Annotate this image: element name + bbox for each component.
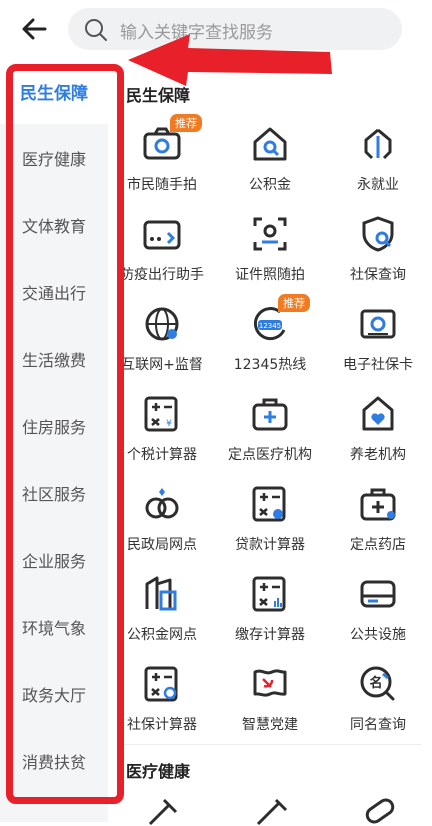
service-label: 定点医疗机构	[228, 447, 312, 463]
service-item[interactable]: 贷款计算器	[216, 484, 324, 568]
id-photo-icon	[253, 217, 287, 251]
social-card-icon	[360, 309, 396, 339]
service-item[interactable]: 电子社保卡	[324, 304, 432, 388]
service-item[interactable]: 社保查询	[324, 214, 432, 298]
party-flag-icon	[253, 669, 287, 697]
service-item[interactable]: 推荐 市民随手拍	[108, 114, 216, 208]
elder-home-icon	[362, 396, 394, 431]
pharmacy-icon	[360, 488, 396, 521]
svg-text:名: 名	[369, 675, 382, 691]
service-label: 公共设施	[350, 627, 406, 643]
shield-search-icon	[362, 216, 394, 252]
recommend-badge: 推荐	[278, 294, 310, 312]
service-item[interactable]: 互联网+监督	[108, 304, 216, 388]
service-label: 公积金网点	[127, 627, 197, 643]
rings-icon	[145, 488, 179, 519]
service-item[interactable]: 防疫出行助手	[108, 214, 216, 298]
name-search-icon: 名	[360, 666, 395, 701]
service-item[interactable]: 社保计算器	[108, 664, 216, 748]
service-item[interactable]: 缴存计算器	[216, 574, 324, 658]
service-label: 个税计算器	[127, 447, 197, 463]
section-title: 医疗健康	[126, 762, 191, 781]
service-label: 社保计算器	[127, 717, 197, 733]
service-item[interactable]: 定点医疗机构	[216, 394, 324, 478]
service-item[interactable]: 养老机构	[324, 394, 432, 478]
service-item[interactable]: 智慧党建	[216, 664, 324, 748]
service-label: 民政局网点	[127, 537, 197, 553]
service-item[interactable]: 永就业	[324, 124, 432, 208]
service-item[interactable]: 证件照随拍	[216, 214, 324, 298]
service-item[interactable]: 民政局网点	[108, 484, 216, 568]
service-item[interactable]: ¥ 个税计算器	[108, 394, 216, 478]
service-label: 贷款计算器	[235, 537, 305, 553]
service-label: 缴存计算器	[235, 627, 305, 643]
loan-calculator-icon	[252, 486, 286, 522]
service-label: 社保查询	[350, 267, 406, 283]
service-label: 互联网+监督	[121, 357, 203, 373]
svg-text:12345: 12345	[259, 322, 281, 330]
service-item[interactable]: 12345 推荐 12345热线	[216, 294, 324, 388]
service-label: 同名查询	[350, 717, 406, 733]
globe-icon	[145, 307, 179, 341]
svg-text:¥: ¥	[166, 419, 172, 429]
highlight-box	[6, 64, 124, 804]
service-item[interactable]: 名 同名查询	[324, 664, 432, 748]
service-label: 永就业	[357, 177, 399, 193]
facility-icon	[360, 580, 396, 608]
service-label: 12345热线	[233, 357, 307, 373]
service-label: 市民随手拍	[127, 177, 197, 193]
red-arrow-icon	[128, 34, 332, 86]
service-label: 定点药店	[350, 537, 406, 553]
service-item[interactable]: 公积金网点	[108, 574, 216, 658]
medical-kit-icon	[252, 398, 288, 431]
service-label: 公积金	[249, 177, 291, 193]
service-label: 电子社保卡	[343, 357, 413, 373]
house-search-icon	[253, 127, 287, 161]
social-calculator-icon	[144, 666, 178, 702]
service-item[interactable]: 公积金	[216, 124, 324, 208]
service-panel: 民生保障 推荐 市民随手拍 公积金 永就业 防疫出行助手 证件照随拍 社保查询 …	[108, 58, 432, 826]
section-divider	[118, 744, 422, 745]
deposit-calculator-icon	[252, 576, 286, 612]
service-label: 养老机构	[350, 447, 406, 463]
service-item[interactable]: 定点药店	[324, 484, 432, 568]
service-item[interactable]: 公共设施	[324, 574, 432, 658]
hands-icon	[364, 128, 392, 160]
service-label: 智慧党建	[242, 717, 298, 733]
service-label: 防疫出行助手	[120, 267, 204, 283]
building-icon	[145, 576, 177, 611]
tax-calculator-icon: ¥	[144, 396, 178, 432]
service-label: 证件照随拍	[235, 267, 305, 283]
card-icon	[143, 220, 181, 250]
